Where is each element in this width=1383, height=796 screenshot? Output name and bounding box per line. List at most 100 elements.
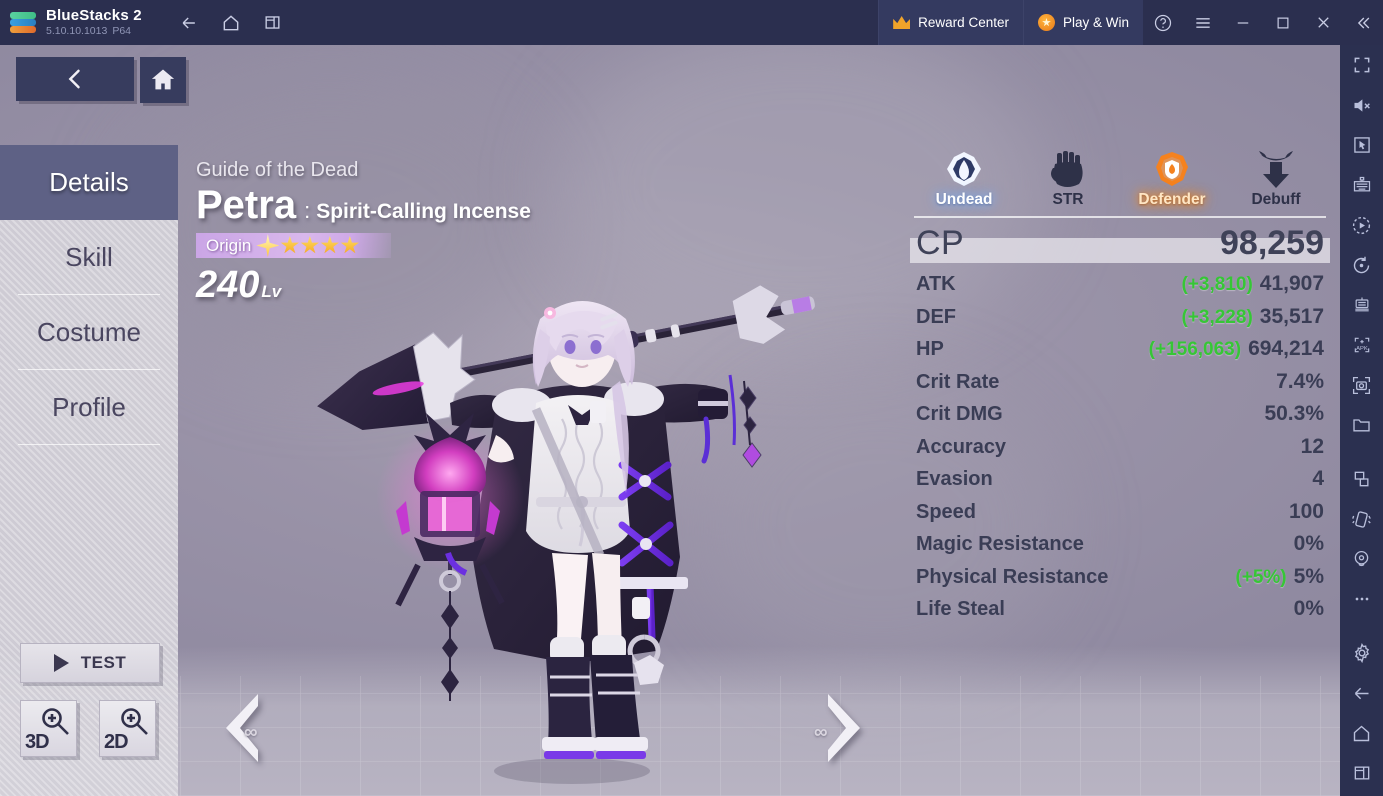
macro-recorder-button[interactable] [1340, 205, 1383, 245]
stat-label: Physical Resistance [916, 565, 1109, 588]
prev-character-button[interactable]: ∞ [208, 688, 278, 768]
crown-icon [893, 16, 910, 29]
close-button[interactable] [1303, 0, 1343, 45]
cursor-icon [1353, 137, 1370, 153]
titlebar-multi-instance-button[interactable] [252, 0, 294, 45]
reward-center-button[interactable]: Reward Center [878, 0, 1023, 45]
settings-button[interactable] [1340, 633, 1383, 673]
stat-value: 100 [1288, 499, 1324, 523]
stat-value: 35,517 [1259, 304, 1324, 328]
shake-icon [1352, 510, 1371, 528]
infinity-icon: ∞ [814, 722, 828, 743]
trait-defender[interactable]: Defender [1124, 145, 1220, 209]
rarity-star-icon [300, 236, 319, 254]
minimize-button[interactable] [1223, 0, 1263, 45]
trait-str[interactable]: STR [1020, 145, 1116, 209]
stat-label: ATK [916, 273, 956, 295]
trait-debuff[interactable]: Debuff [1228, 145, 1324, 209]
view-2d-button[interactable]: 2D [99, 700, 156, 757]
debuff-glyph [1259, 151, 1293, 188]
keyboard-controls-button[interactable] [1340, 165, 1383, 205]
star-badge-icon [1037, 14, 1055, 31]
trait-label: STR [1052, 191, 1084, 208]
stats-panel: Undead STR Defender Debuff CP 98,259 ATK… [910, 145, 1330, 626]
stat-label: Accuracy [916, 435, 1007, 458]
fullscreen-button[interactable] [1340, 45, 1383, 85]
install-apk-button[interactable]: APK [1340, 325, 1383, 365]
stat-bonus: (+3,228) [1181, 306, 1253, 328]
play-and-win-button[interactable]: Play & Win [1022, 0, 1143, 45]
stat-label: Crit DMG [916, 403, 1003, 425]
view-3d-button[interactable]: 3D [20, 700, 77, 757]
character-model[interactable] [300, 285, 860, 796]
infinity-icon: ∞ [244, 722, 258, 743]
character-name-line: Petra : Spirit-Calling Incense [196, 181, 796, 229]
play-triangle-icon [53, 654, 69, 672]
stat-row-crit-rate: Crit Rate 7.4% [910, 366, 1330, 399]
stat-row-atk: ATK (+3,810) 41,907 [910, 268, 1330, 301]
rotate-button[interactable] [1340, 245, 1383, 285]
location-button[interactable] [1340, 539, 1383, 579]
back-chevron-icon [68, 69, 80, 89]
stat-label: Life Steal [916, 598, 1005, 620]
tab-profile[interactable]: Profile [0, 370, 178, 445]
stat-value: 694,214 [1248, 337, 1324, 360]
character-artwork [317, 285, 815, 784]
maximize-button[interactable] [1263, 0, 1303, 45]
test-button[interactable]: TEST [20, 643, 160, 683]
android-home-button[interactable] [1340, 713, 1383, 753]
stat-row-evasion: Evasion 4 [910, 463, 1330, 496]
copy-paste-button[interactable] [1340, 459, 1383, 499]
stat-label: Crit Rate [916, 370, 1000, 393]
tab-skill[interactable]: Skill [0, 220, 178, 295]
reward-center-label: Reward Center [918, 15, 1009, 30]
play-and-win-label: Play & Win [1062, 15, 1129, 30]
media-folder-button[interactable] [1340, 405, 1383, 445]
titlebar-back-button[interactable] [168, 0, 210, 45]
collapse-sidebar-button[interactable] [1343, 0, 1383, 45]
maximize-icon [1277, 17, 1289, 28]
tab-label: Costume [36, 317, 142, 347]
menu-button[interactable] [1183, 0, 1223, 45]
fist-icon [1050, 145, 1086, 189]
undead-crest-glyph [947, 152, 981, 186]
trait-undead[interactable]: Undead [916, 145, 1012, 209]
cursor-button[interactable] [1340, 125, 1383, 165]
bluestacks-logo-icon [10, 10, 36, 36]
settings-gear-icon [1354, 642, 1369, 664]
hamburger-menu-icon [1196, 17, 1210, 28]
shake-button[interactable] [1340, 499, 1383, 539]
help-button[interactable] [1143, 0, 1183, 45]
app-title: BlueStacks 2 [46, 6, 142, 24]
game-home-button[interactable] [140, 57, 186, 103]
rarity-label: Origin [206, 235, 252, 255]
stat-row-accuracy: Accuracy 12 [910, 431, 1330, 464]
game-viewport[interactable]: Details Skill Costume Profile TEST 3D 2D… [0, 45, 1340, 796]
stat-row-speed: Speed 100 [910, 496, 1330, 529]
game-nav-row [0, 45, 186, 145]
undead-crest-icon [944, 145, 984, 189]
prev-arrow-icon [226, 694, 258, 762]
tab-details[interactable]: Details [0, 145, 178, 220]
game-back-button[interactable] [16, 57, 134, 101]
name-separator: : [304, 198, 311, 223]
screenshot-button[interactable] [1340, 365, 1383, 405]
stat-value-group: 100 [1282, 496, 1324, 528]
titlebar-home-button[interactable] [210, 0, 252, 45]
mute-button[interactable] [1340, 85, 1383, 125]
app-version: 5.10.10.1013 P64 [46, 25, 142, 38]
bluestacks-sidebar: APK [1340, 45, 1383, 796]
multi-instance-manager-button[interactable] [1340, 285, 1383, 325]
more-options-button[interactable] [1340, 579, 1383, 619]
next-character-button[interactable]: ∞ [808, 688, 878, 768]
trait-label: Debuff [1251, 191, 1301, 208]
stat-bonus: (+3,810) [1181, 274, 1253, 295]
tab-costume[interactable]: Costume [0, 295, 178, 370]
rarity-star-icon [280, 236, 299, 254]
android-back-button[interactable] [1340, 673, 1383, 713]
android-recents-button[interactable] [1340, 753, 1383, 793]
stat-value: 0% [1293, 532, 1324, 555]
screenshot-icon [1352, 376, 1371, 394]
stat-value: 41,907 [1259, 272, 1324, 295]
stat-label: Speed [916, 500, 977, 523]
